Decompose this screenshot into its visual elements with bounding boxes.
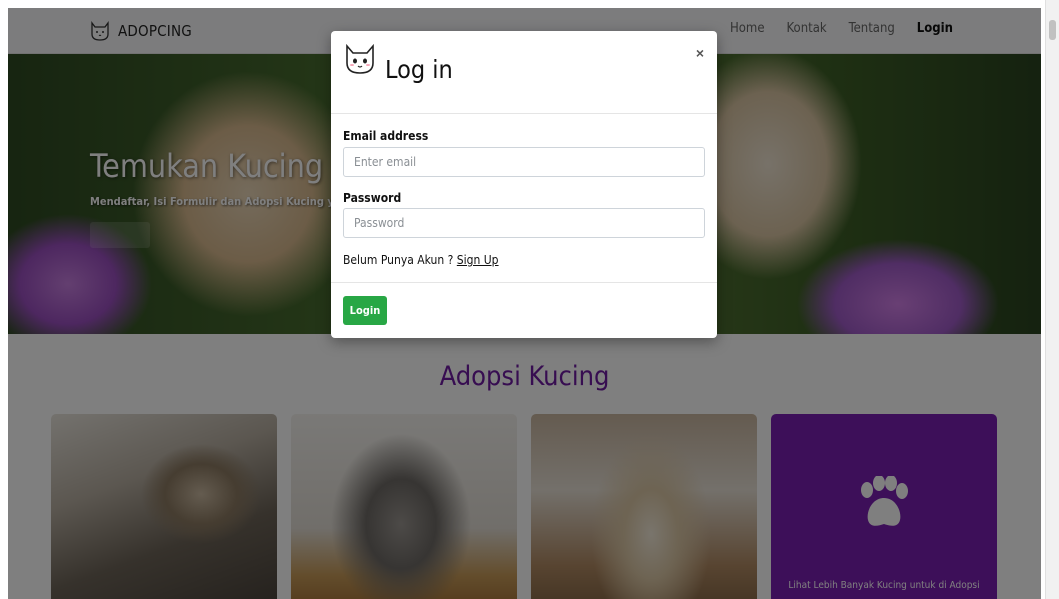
login-modal: Log in × Email address Password Belum Pu… xyxy=(331,31,717,338)
email-field[interactable] xyxy=(343,147,705,177)
cat-logo-icon xyxy=(346,43,374,74)
password-field[interactable] xyxy=(343,208,705,238)
modal-header: Log in × xyxy=(331,31,717,114)
signup-prefix: Belum Punya Akun ? xyxy=(343,253,457,267)
modal-footer: Login xyxy=(331,282,717,338)
signup-link[interactable]: Sign Up xyxy=(457,253,499,267)
scrollbar-thumb[interactable] xyxy=(1049,20,1056,40)
email-label: Email address xyxy=(343,129,429,143)
close-icon[interactable]: × xyxy=(692,45,708,61)
modal-title: Log in xyxy=(385,55,453,84)
login-button[interactable]: Login xyxy=(343,296,387,325)
password-label: Password xyxy=(343,191,402,205)
signup-prompt: Belum Punya Akun ? Sign Up xyxy=(343,253,499,267)
scrollbar[interactable] xyxy=(1045,0,1059,599)
